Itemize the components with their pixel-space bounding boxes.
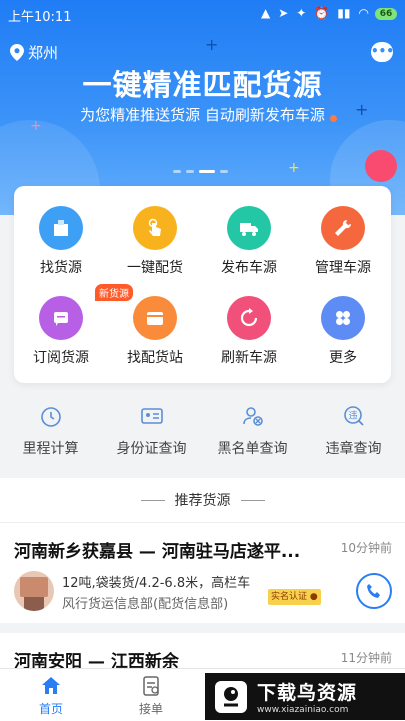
recommend-title: 推荐货源 — [174, 493, 231, 509]
tool-label: 里程计算 — [22, 441, 79, 457]
wifi-icon: ◠ — [358, 6, 369, 20]
cargo-list-item[interactable]: 河南安阳 — 江西新余 11分钟前 — [0, 633, 405, 673]
grid-item-one-click-match[interactable]: 一键配货 — [108, 206, 202, 277]
status-bar: 上午10:11 ▲ ➤ ✦ ⏰ ▮▮ ◠ 66 — [0, 0, 405, 28]
grid-item-subscribe-cargo[interactable]: 新货源 订阅货源 — [14, 284, 133, 367]
grid-label: 刷新车源 — [221, 350, 277, 366]
cargo-box-icon — [39, 206, 83, 250]
banner-pagination — [173, 170, 228, 173]
location-arrow-icon: ➤ — [278, 6, 289, 20]
location-selector[interactable]: 郑州 — [10, 42, 58, 63]
pagination-dot — [186, 170, 194, 173]
location-pin-icon — [10, 44, 24, 61]
divider — [140, 499, 165, 501]
banner-title: 一键精准匹配货源 — [82, 68, 323, 102]
cargo-company: 风行货运信息部(配货信息部) — [62, 597, 229, 612]
subscribe-icon: 新货源 — [39, 284, 133, 340]
tab-home[interactable]: 首页 — [21, 675, 81, 717]
verified-badge: 实名认证 ● — [268, 589, 321, 605]
grid-label: 一键配货 — [127, 260, 183, 276]
cargo-detail: 12吨,袋装货/4.2-6.8米，高栏车 — [62, 576, 251, 591]
pagination-dot — [220, 170, 228, 173]
watermark-logo: 下载鸟资源 www.xiazainiao.com — [205, 673, 405, 720]
status-time: 上午10:11 — [8, 10, 72, 25]
tool-id-card-query[interactable]: 身份证查询 — [101, 404, 202, 458]
tool-mileage-calc[interactable]: 里程计算 — [0, 404, 101, 458]
truck-icon — [227, 206, 271, 250]
tab-label: 首页 — [38, 702, 63, 716]
pagination-dot-active — [199, 170, 215, 173]
divider — [240, 499, 265, 501]
grid-label: 发布车源 — [221, 260, 277, 276]
wallet-icon — [133, 296, 177, 340]
verified-user-icon: ● — [309, 592, 318, 602]
tools-row: 里程计算 身份证查询 黑名单查询 违 违章查询 — [0, 392, 405, 470]
grid-label: 更多 — [329, 350, 357, 366]
cargo-route: 河南新乡获嘉县 — 河南驻马店遂平... — [14, 542, 301, 562]
hd-signal-icon: ▮▮ — [337, 6, 351, 20]
grid-item-publish-vehicle[interactable]: 发布车源 — [202, 206, 296, 277]
id-card-icon — [140, 408, 163, 424]
location-city: 郑州 — [28, 44, 59, 62]
bird-logo-icon — [211, 677, 251, 717]
grid-item-find-cargo[interactable]: 找货源 — [14, 206, 108, 277]
call-button[interactable] — [356, 573, 392, 609]
wrench-icon — [321, 206, 365, 250]
chat-bubble-icon: ••• — [371, 44, 395, 58]
grid-label: 找配货站 — [127, 350, 183, 366]
tool-label: 身份证查询 — [116, 441, 187, 457]
watermark-name: 下载鸟资源 — [257, 682, 358, 704]
recommend-header: 推荐货源 — [0, 478, 405, 522]
blacklist-user-icon — [242, 407, 263, 426]
divider — [0, 623, 405, 633]
grid-item-refresh-vehicle[interactable]: 刷新车源 — [202, 296, 296, 367]
banner-subtitle: 为您精准推送货源 自动刷新发布车源 — [80, 106, 325, 124]
more-grid-icon — [321, 296, 365, 340]
pagination-dot — [173, 170, 181, 173]
tool-label: 违章查询 — [325, 441, 382, 457]
mute-icon: ✦ — [296, 6, 307, 20]
alarm-icon: ⏰ — [314, 6, 330, 20]
tab-label: 接单 — [138, 702, 163, 716]
cargo-time-ago: 11分钟前 — [340, 651, 392, 665]
grid-label: 管理车源 — [315, 260, 371, 276]
refresh-icon — [227, 296, 271, 340]
violation-search-icon: 违 — [343, 406, 364, 426]
tab-orders[interactable]: 接单 — [121, 675, 181, 717]
avatar — [14, 571, 54, 611]
tool-blacklist-query[interactable]: 黑名单查询 — [202, 404, 303, 458]
cargo-list-item[interactable]: 河南新乡获嘉县 — 河南驻马店遂平... 10分钟前 12吨,袋装货/4.2-6… — [0, 523, 405, 623]
order-icon — [143, 676, 159, 696]
battery-icon: 66 — [375, 8, 397, 20]
tool-violation-query[interactable]: 违 违章查询 — [303, 404, 404, 458]
verified-badge-label: 实名认证 — [271, 592, 308, 602]
tap-hand-icon — [133, 206, 177, 250]
status-system-icons: ▲ ➤ ✦ ⏰ ▮▮ ◠ — [261, 6, 369, 20]
message-button[interactable]: ••• — [371, 42, 395, 62]
grid-item-manage-vehicle[interactable]: 管理车源 — [296, 206, 390, 277]
phone-icon — [367, 584, 380, 598]
signal-icon: ▲ — [260, 6, 271, 20]
grid-item-more[interactable]: 更多 — [296, 296, 390, 367]
cargo-time-ago: 10分钟前 — [340, 541, 392, 555]
stopwatch-icon — [40, 407, 61, 427]
watermark-url: www.xiazainiao.com — [257, 705, 349, 715]
grid-label: 找货源 — [40, 260, 82, 276]
svg-text:违: 违 — [348, 411, 357, 422]
feature-grid: 找货源 一键配货 发布车源 管理车源 新货源 订阅货源 找配货站 刷新车源 更多 — [14, 186, 391, 383]
grid-item-find-station[interactable]: 找配货站 — [108, 296, 202, 367]
home-icon — [42, 677, 60, 694]
tool-label: 黑名单查询 — [217, 441, 288, 457]
grid-label: 订阅货源 — [33, 350, 89, 366]
